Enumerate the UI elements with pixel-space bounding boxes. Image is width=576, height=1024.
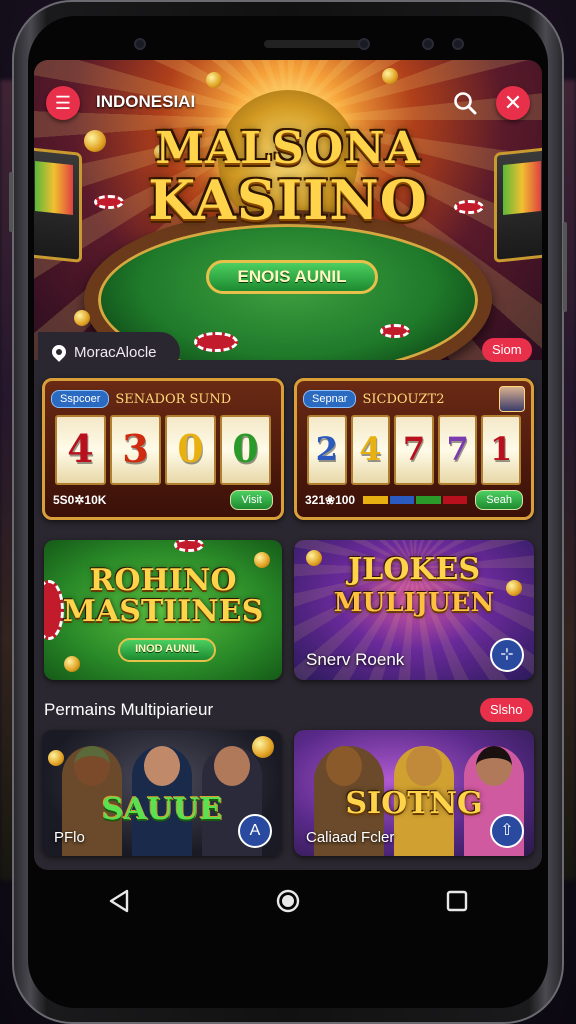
play-button[interactable]: ⊹ (490, 638, 524, 672)
gold-coin (48, 750, 64, 766)
slot-footer: 5S0✲10K Visit (53, 489, 273, 511)
section-badge-multiplayer[interactable]: Slsho (480, 698, 533, 722)
poker-chip (380, 324, 410, 338)
brand-label: INDONESIAI (96, 92, 196, 111)
featured-card-jokes[interactable]: JLOKES MULIJUEN Snerv Roenk ⊹ (294, 540, 534, 680)
multiplayer-caption: Caliaad Fcler (306, 829, 395, 846)
gold-coin (206, 72, 222, 88)
front-camera-icon (358, 38, 370, 50)
multiplayer-card-1[interactable]: SAUUE PFlo A (42, 730, 282, 856)
slot-value: 321❀100 (305, 493, 356, 507)
featured-play-button[interactable]: INOD AUNIL (118, 638, 216, 662)
play-icon: A (249, 822, 261, 839)
play-button[interactable]: A (238, 814, 272, 848)
home-button[interactable] (258, 881, 318, 921)
gold-coin (64, 656, 80, 672)
close-icon: ✕ (503, 90, 523, 115)
hero-title-line1: MALSONA (155, 123, 421, 174)
gold-coin (74, 310, 90, 326)
slot-search-button[interactable]: Seah (475, 490, 523, 510)
multiplayer-caption: PFlo (54, 829, 85, 846)
close-button[interactable]: ✕ (496, 86, 530, 120)
app-screen: MALSONA KASIINO ENOIS AUNIL ☰ INDONESIAI… (34, 60, 542, 870)
power-button (563, 222, 567, 312)
reel: 1 (481, 415, 521, 485)
section-title-multiplayer: Permains Multipiarieur (44, 700, 214, 719)
reel: 0 (220, 415, 271, 485)
slot-card-header: Sepnar SICDOUZT2 (303, 386, 525, 412)
featured-title-line2: MULIJUEN (333, 588, 495, 618)
play-icon: ⇧ (500, 822, 514, 839)
hero-cta-button[interactable]: ENOIS AUNIL (206, 260, 378, 294)
slot-reels: 2 4 7 7 1 (307, 415, 521, 485)
poker-chip (174, 540, 204, 552)
hero-title-line2: KASIINO (148, 168, 428, 232)
slot-value: 5S0✲10K (53, 493, 107, 507)
back-button[interactable] (89, 881, 149, 921)
play-icon: ⊹ (500, 646, 514, 663)
poker-chip (194, 332, 238, 352)
system-nav-bar (34, 870, 542, 932)
recents-icon (447, 890, 468, 912)
reel: 4 (55, 415, 106, 485)
sensor-icon (134, 38, 146, 50)
camera-icon (422, 38, 434, 50)
slot-title: SENADOR SUND (115, 391, 232, 407)
slot-card-header: Sspcoer SENADOR SUND (51, 387, 275, 411)
gold-coin (252, 736, 274, 758)
slot-reels: 4 3 0 0 (55, 415, 271, 485)
featured-title-line2: MASTIINES (62, 594, 264, 629)
slot-tag: Sepnar (303, 390, 357, 408)
location-badge[interactable]: Siom (482, 338, 532, 362)
recents-button[interactable] (427, 881, 487, 921)
reel: 4 (350, 415, 391, 485)
speaker-grille (264, 40, 368, 48)
multiplayer-card-2[interactable]: SIOTNG Caliaad Fcler ⇧ (294, 730, 534, 856)
hero-banner[interactable]: MALSONA KASIINO ENOIS AUNIL ☰ INDONESIAI… (34, 60, 542, 360)
avatar (499, 386, 525, 412)
reel: 7 (394, 415, 434, 485)
back-icon (109, 889, 128, 913)
featured-title-line1: ROHINO (89, 563, 237, 598)
menu-button[interactable]: ☰ (46, 86, 80, 120)
slot-footer: 321❀100 Seah (305, 489, 523, 511)
volume-button (9, 172, 13, 232)
slot-tag: Sspcoer (51, 390, 110, 408)
slot-title: SICDOUZT2 (362, 391, 445, 407)
location-label: MoracAlocle (74, 343, 157, 361)
home-icon (276, 889, 300, 913)
location-pin-icon (49, 342, 69, 362)
featured-caption: Snerv Roenk (306, 650, 405, 669)
play-button[interactable]: ⇧ (490, 814, 524, 848)
reel: 2 (307, 415, 347, 485)
slot-card-1[interactable]: Sspcoer SENADOR SUND 4 3 0 0 5S0✲10K Vis… (42, 378, 284, 520)
reel: 0 (165, 415, 216, 485)
sensor-icon (452, 38, 464, 50)
hero-title: MALSONA KASIINO (34, 123, 542, 232)
featured-title-line1: JLOKES (347, 552, 481, 587)
featured-card-roulette[interactable]: ROHINO MASTIINES INOD AUNIL (44, 540, 282, 680)
reel: 7 (437, 415, 478, 485)
menu-icon: ☰ (54, 93, 72, 113)
location-selector[interactable]: MoracAlocle (38, 332, 180, 372)
gold-coin (382, 68, 398, 84)
reel: 3 (110, 415, 161, 485)
search-icon (454, 92, 477, 115)
slot-card-2[interactable]: Sepnar SICDOUZT2 2 4 7 7 1 321❀100 Seah (294, 378, 534, 520)
progress-indicator (363, 496, 468, 504)
slot-visit-button[interactable]: Visit (230, 490, 273, 510)
search-button[interactable] (448, 86, 482, 120)
